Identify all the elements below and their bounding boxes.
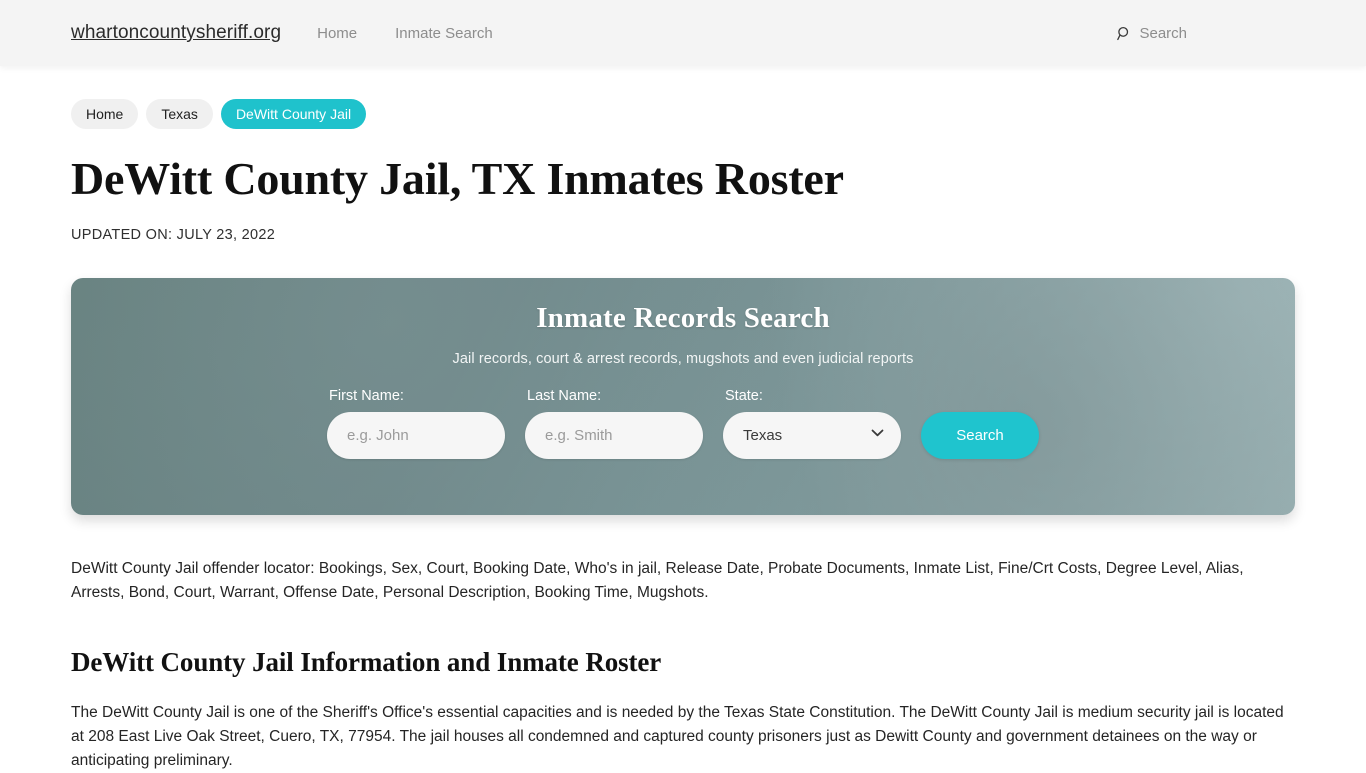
page-title: DeWitt County Jail, TX Inmates Roster bbox=[71, 153, 844, 204]
search-icon bbox=[1117, 26, 1132, 41]
breadcrumb: Home Texas DeWitt County Jail bbox=[71, 66, 1295, 129]
header-search-label: Search bbox=[1139, 24, 1187, 42]
offender-locator-summary: DeWitt County Jail offender locator: Boo… bbox=[71, 559, 1244, 601]
section-heading-jail-information: DeWitt County Jail Information and Inmat… bbox=[71, 646, 662, 677]
breadcrumb-item-home[interactable]: Home bbox=[71, 99, 139, 129]
jail-information-paragraph: The DeWitt County Jail is one of the She… bbox=[71, 703, 1284, 769]
first-name-label: First Name: bbox=[329, 387, 404, 404]
inmate-search-form: First Name: Last Name: State: Texas bbox=[71, 388, 1295, 459]
updated-on-text: UPDATED ON: JULY 23, 2022 bbox=[71, 226, 276, 243]
first-name-field-group: First Name: bbox=[327, 388, 505, 459]
breadcrumb-item-texas[interactable]: Texas bbox=[146, 99, 213, 129]
state-select-wrap: Texas bbox=[723, 411, 901, 459]
page-container: Home Texas DeWitt County Jail DeWitt Cou… bbox=[63, 66, 1303, 773]
main-nav: Home Inmate Search bbox=[317, 25, 493, 42]
search-panel-inner: Inmate Records Search Jail records, cour… bbox=[71, 278, 1295, 459]
header-search-toggle[interactable]: Search bbox=[1117, 25, 1187, 42]
site-header: whartoncountysheriff.org Home Inmate Sea… bbox=[0, 0, 1366, 66]
breadcrumb-item-dewitt-county-jail[interactable]: DeWitt County Jail bbox=[220, 99, 367, 129]
state-select[interactable]: Texas bbox=[723, 411, 901, 459]
nav-item-home[interactable]: Home bbox=[317, 25, 357, 42]
first-name-input[interactable] bbox=[327, 411, 505, 459]
header-inner: whartoncountysheriff.org Home Inmate Sea… bbox=[63, 22, 1303, 44]
state-field-group: State: Texas bbox=[723, 388, 901, 459]
last-name-label: Last Name: bbox=[527, 387, 602, 404]
search-submit-button[interactable]: Search bbox=[921, 411, 1039, 459]
site-logo[interactable]: whartoncountysheriff.org bbox=[71, 22, 281, 44]
last-name-field-group: Last Name: bbox=[525, 388, 703, 459]
last-name-input[interactable] bbox=[525, 411, 703, 459]
search-panel-subtitle: Jail records, court & arrest records, mu… bbox=[452, 350, 914, 367]
inmate-records-search-panel: Inmate Records Search Jail records, cour… bbox=[71, 277, 1295, 515]
search-panel-title: Inmate Records Search bbox=[536, 301, 830, 334]
state-label: State: bbox=[725, 387, 763, 404]
nav-item-inmate-search[interactable]: Inmate Search bbox=[395, 25, 493, 42]
